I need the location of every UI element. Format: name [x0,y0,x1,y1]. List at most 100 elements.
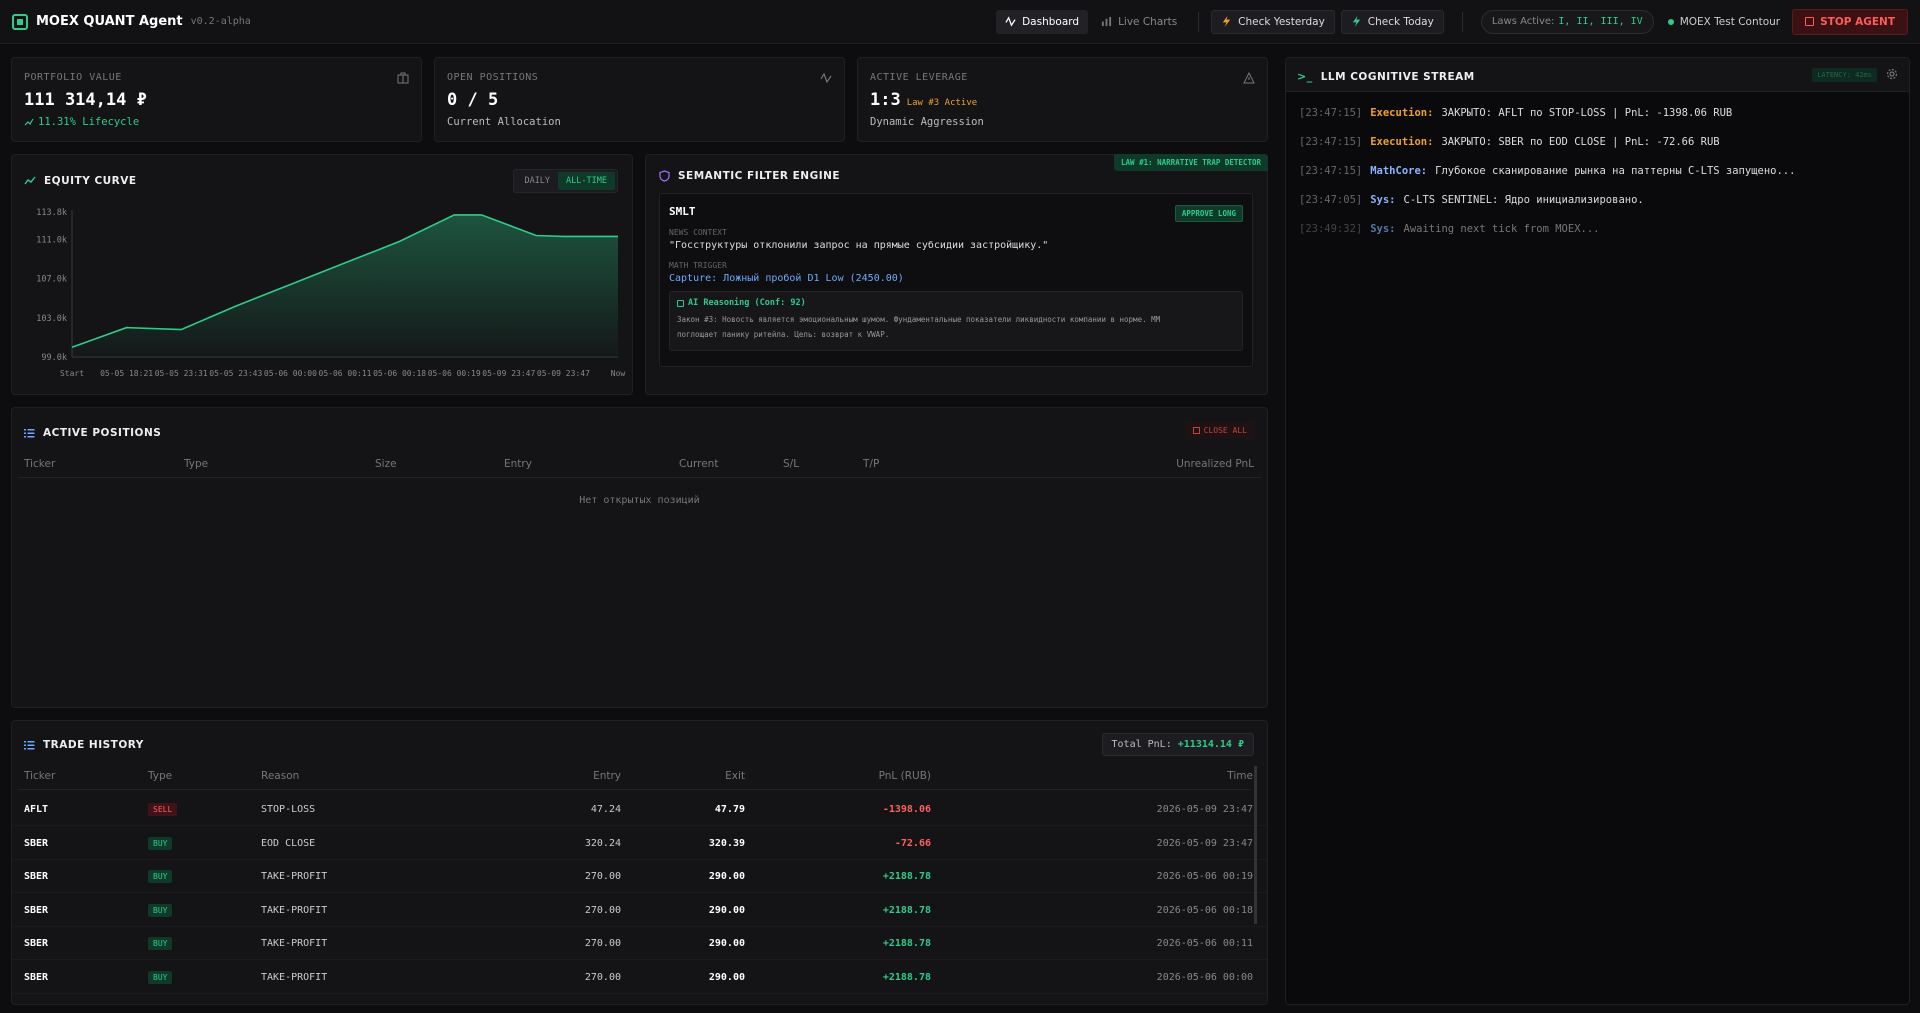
active-positions-title: ACTIVE POSITIONS [24,427,161,439]
col-type: Type [184,458,209,470]
x-tick-label: 05-09 23:47 [482,369,535,378]
row-type-badge: BUY [148,937,173,950]
check-today-button[interactable]: Check Today [1340,9,1444,34]
table-row[interactable]: SBER BUY EOD CLOSE 320.24 320.39 -72.66 2026-0… [12,827,1267,860]
ai-reasoning-line-2: поглощает панику ритейла. Цель: возврат … [677,330,890,339]
col-type: Type [148,770,173,782]
log-text: C-LTS SENTINEL: Ядро инициализировано. [1403,194,1644,206]
row-time: 2026-05-06 00:11 [1156,938,1253,949]
nav-dashboard[interactable]: Dashboard [996,9,1089,34]
signal-card: SMLT APPROVE LONG NEWS CONTEXT "Госструк… [659,193,1253,367]
trade-history-panel: TRADE HISTORY Total PnL: +11314.14 ₽ Tic… [11,720,1268,1005]
header-divider [18,789,1251,790]
ai-reasoning-title: AI Reasoning (Conf: 92) [677,298,1235,308]
log-time: [23:47:15] [1299,165,1363,177]
check-yesterday-button[interactable]: Check Yesterday [1211,9,1335,34]
semantic-title: SEMANTIC FILTER ENGINE [659,170,840,182]
close-all-label: CLOSE ALL [1203,426,1247,435]
stream-log: [23:47:15] Execution: ЗАКРЫТО: AFLT по STO… [1299,107,1795,252]
col-exit: Exit [725,770,745,782]
log-line: [23:47:05] Sys: C-LTS SENTINEL: Ядро иници… [1299,194,1795,206]
log-time: [23:49:32] [1299,223,1363,235]
math-trigger-text: Capture: Ложный пробой D1 Low (2450.00) [669,273,904,284]
row-reason: EOD CLOSE [261,837,316,849]
chip-icon [12,13,28,30]
gear-icon[interactable] [1886,68,1898,80]
row-ticker: SBER [24,938,49,949]
row-pnl: +2188.78 [882,971,931,983]
log-source: Sys: [1370,223,1396,235]
stop-agent-label: STOP AGENT [1820,15,1895,28]
log-line: [23:49:32] Sys: Awaiting next tick from MO… [1299,223,1795,235]
close-all-button[interactable]: CLOSE ALL [1185,422,1254,439]
col-pnl: PnL (RUB) [878,770,931,782]
laws-label: Laws Active: [1491,16,1555,27]
laws-active-pill: Laws Active: I, II, III, IV [1480,9,1654,34]
app-version: v0.2-alpha [190,16,251,27]
portfolio-change: 11.31% Lifecycle [24,116,409,128]
nav-live-charts[interactable]: Live Charts [1092,10,1186,34]
row-type-badge: BUY [148,903,173,917]
log-time: [23:47:15] [1299,136,1363,148]
row-ticker: SBER [24,904,49,916]
row-time: 2026-05-06 00:18 [1156,904,1253,916]
log-source: Sys: [1370,194,1396,206]
nav-live-charts-label: Live Charts [1118,15,1178,28]
total-pnl-box: Total PnL: +11314.14 ₽ [1101,733,1254,756]
lightning-icon [1223,16,1231,27]
stream-title-text: LLM COGNITIVE STREAM [1320,70,1475,83]
log-line: [23:47:15] Execution: ЗАКРЫТО: SBER по EOD… [1299,136,1795,148]
row-ticker: AFLT [24,804,49,815]
row-type-badge: BUY [148,836,173,850]
shield-icon [659,170,670,182]
row-reason: TAKE-PROFIT [261,904,328,916]
col-tp: T/P [863,458,880,470]
x-tick-label: 05-06 00:11 [319,369,372,378]
active-positions-title-text: ACTIVE POSITIONS [43,427,162,439]
row-exit: 47.79 [714,804,745,815]
scrollbar[interactable] [1254,766,1257,924]
table-row[interactable]: SBER BUY TAKE-PROFIT 270.00 290.00 +2188.78 20… [12,961,1267,994]
portfolio-label: PORTFOLIO VALUE [24,72,122,83]
check-yesterday-label: Check Yesterday [1238,15,1325,28]
y-tick-label: 111.0k [36,235,67,245]
row-ticker: SBER [24,871,49,882]
row-exit: 290.00 [708,871,745,882]
row-time: 2026-05-09 23:47 [1156,837,1253,849]
log-text: Глубокое сканирование рынка на паттерны … [1435,165,1796,177]
nav-dashboard-label: Dashboard [1022,15,1080,28]
col-reason: Reason [261,770,300,782]
approve-long-badge: APPROVE LONG [1174,205,1243,222]
top-bar: MOEX QUANT Agent v0.2-alpha Dashboard Li… [0,0,1920,44]
total-pnl-label: Total PnL: [1111,739,1172,750]
table-row[interactable]: AFLT SELL STOP-LOSS 47.24 47.79 -1398.06 2026-… [12,793,1267,826]
x-tick-label: 05-06 00:19 [428,369,481,378]
log-text: ЗАКРЫТО: AFLT по STOP-LOSS | PnL: -1398.… [1441,107,1733,119]
table-row[interactable]: SBER BUY TAKE-PROFIT 270.00 290.00 +2188.78 20… [12,927,1267,960]
row-exit: 290.00 [708,971,745,983]
trade-history-title: TRADE HISTORY [24,739,144,751]
row-type-badge: BUY [148,970,173,984]
y-tick-label: 107.0k [36,275,67,285]
table-row[interactable]: SBER BUY TAKE-PROFIT 270.00 290.00 +2188.78 20… [12,860,1267,893]
latency-badge: LATENCY: 42ms [1812,68,1877,82]
stop-agent-button[interactable]: STOP AGENT [1792,8,1908,35]
portfolio-change-text: 11.31% Lifecycle [38,116,140,128]
positions-sub: Current Allocation [447,116,561,128]
col-time: Time [1227,770,1253,782]
row-entry: 320.24 [584,837,621,849]
portfolio-value: 111 314,14 ₽ [24,90,147,110]
y-tick-label: 99.0k [41,353,67,363]
status-dot-icon [1667,18,1674,25]
leverage-law-tag: Law #3 Active [906,98,978,108]
x-tick-label: Now [611,369,626,378]
list-icon [24,429,35,438]
table-row[interactable]: SBER BUY TAKE-PROFIT 270.00 290.00 +2188.78 20… [12,894,1267,927]
x-tick-label: 05-05 23:43 [209,369,262,378]
log-time: [23:47:15] [1299,107,1363,119]
x-tick-label: 05-06 00:18 [373,369,426,378]
row-ticker: SBER [24,971,49,983]
ai-reasoning-box: AI Reasoning (Conf: 92) Закон #3: Новост… [669,291,1243,351]
col-unrealized-pnl: Unrealized PnL [1176,458,1254,470]
log-text: Awaiting next tick from MOEX... [1403,223,1600,235]
